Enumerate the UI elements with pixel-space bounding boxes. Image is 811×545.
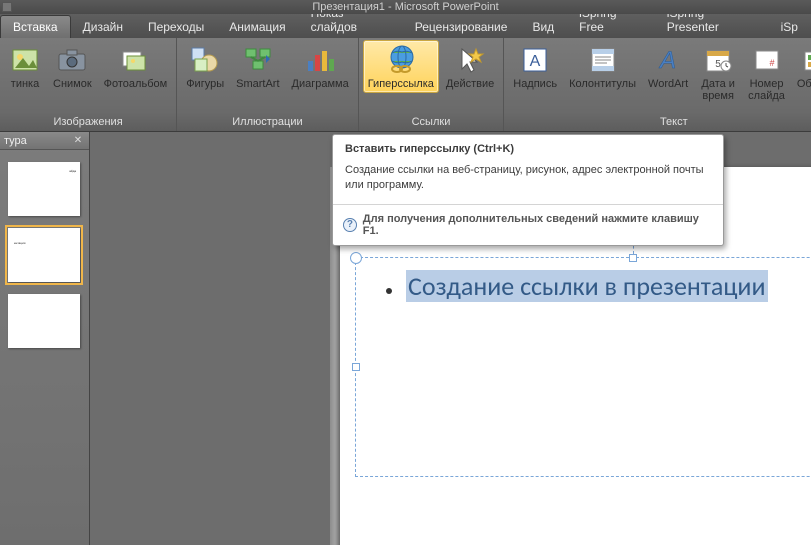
resize-handle[interactable] — [352, 363, 360, 371]
group-images-label: Изображения — [4, 114, 172, 131]
group-links-label: Ссылки — [363, 114, 500, 131]
headerfooter-label: Колонтитулы — [569, 78, 636, 90]
tooltip-body: Создание ссылки на веб-страницу, рисунок… — [333, 157, 723, 205]
bullet-line[interactable]: Создание ссылки в презентации — [356, 258, 811, 302]
svg-text:5: 5 — [715, 59, 721, 70]
tab-design[interactable]: Дизайн — [71, 16, 136, 38]
shapes-label: Фигуры — [186, 78, 224, 90]
photoalbum-label: Фотоальбом — [104, 78, 168, 90]
ribbon-tabs: Вставка Дизайн Переходы Анимация Показ с… — [0, 14, 811, 38]
group-illustrations-label: Иллюстрации — [181, 114, 354, 131]
textbox-label: Надпись — [513, 78, 557, 90]
slidenum-label: Номер слайда — [748, 78, 785, 102]
panel-tab-label[interactable]: тура — [4, 135, 27, 147]
quick-access-toolbar — [0, 0, 12, 14]
shapes-icon — [189, 44, 221, 76]
tab-ispring-partial[interactable]: iSp — [769, 16, 811, 38]
smartart-button[interactable]: SmartArt — [231, 40, 284, 93]
wordart-button[interactable]: A WordArt — [643, 40, 693, 93]
ribbon: тинка Снимок Фотоальбом Изображения — [0, 38, 811, 132]
tab-insert[interactable]: Вставка — [0, 15, 71, 38]
group-links: Гиперссылка Действие Ссылки — [359, 38, 505, 131]
chart-label: Диаграмма — [292, 78, 349, 90]
textbox-icon: A — [519, 44, 551, 76]
datetime-button[interactable]: 5 Дата и время — [695, 40, 741, 105]
headerfooter-button[interactable]: Колонтитулы — [564, 40, 641, 93]
thumbnail-list: айда ентации — [8, 162, 81, 348]
object-icon — [800, 44, 811, 76]
wordart-icon: A — [652, 44, 684, 76]
picture-label: тинка — [11, 78, 39, 90]
smartart-label: SmartArt — [236, 78, 279, 90]
photoalbum-button[interactable]: Фотоальбом — [99, 40, 173, 93]
object-label: Объект — [797, 78, 811, 90]
qat-dropdown-icon[interactable] — [2, 2, 12, 12]
slide-thumbnail[interactable]: ентации — [8, 228, 80, 282]
tab-review[interactable]: Рецензирование — [403, 16, 521, 38]
picture-icon — [9, 44, 41, 76]
close-icon[interactable]: ✕ — [71, 134, 85, 148]
calendar-icon: 5 — [702, 44, 734, 76]
tab-transitions[interactable]: Переходы — [136, 16, 217, 38]
svg-text:#: # — [769, 58, 774, 68]
slidenum-icon: # — [751, 44, 783, 76]
svg-text:A: A — [658, 47, 676, 74]
slidenum-button[interactable]: # Номер слайда — [743, 40, 790, 105]
hyperlink-label: Гиперссылка — [368, 78, 434, 90]
textbox-button[interactable]: A Надпись — [508, 40, 562, 93]
slide-thumbnail[interactable] — [8, 294, 80, 348]
group-text-label: Текст — [508, 114, 811, 131]
tab-animation[interactable]: Анимация — [217, 16, 298, 38]
outline-panel: тура ✕ айда ентации — [0, 132, 90, 545]
shapes-button[interactable]: Фигуры — [181, 40, 229, 93]
datetime-label: Дата и время — [701, 78, 735, 102]
hyperlink-tooltip: Вставить гиперссылку (Ctrl+K) Создание с… — [332, 134, 724, 246]
chart-button[interactable]: Диаграмма — [287, 40, 354, 93]
group-images: тинка Снимок Фотоальбом Изображения — [0, 38, 177, 131]
screenshot-label: Снимок — [53, 78, 92, 90]
resize-handle[interactable] — [629, 254, 637, 262]
group-illustrations: Фигуры SmartArt Диаграмма Иллюстрации — [177, 38, 359, 131]
help-icon: ? — [343, 218, 357, 232]
action-button[interactable]: Действие — [441, 40, 499, 93]
panel-header: тура ✕ — [0, 132, 89, 150]
svg-text:A: A — [530, 53, 541, 70]
group-text: A Надпись Колонтитулы A WordArt 5 — [504, 38, 811, 131]
picture-button[interactable]: тинка — [4, 40, 46, 93]
action-label: Действие — [446, 78, 494, 90]
camera-icon — [56, 44, 88, 76]
bullet-icon — [386, 288, 392, 294]
slide-thumbnail[interactable]: айда — [8, 162, 80, 216]
bullet-text[interactable]: Создание ссылки в презентации — [406, 270, 768, 302]
headerfooter-icon — [587, 44, 619, 76]
hyperlink-button[interactable]: Гиперссылка — [363, 40, 439, 93]
tab-view[interactable]: Вид — [520, 16, 567, 38]
app-title: Презентация1 - Microsoft PowerPoint — [312, 1, 498, 13]
chart-icon — [304, 44, 336, 76]
tooltip-title: Вставить гиперссылку (Ctrl+K) — [333, 135, 723, 157]
globe-link-icon — [385, 44, 417, 76]
tooltip-help: ? Для получения дополнительных сведений … — [333, 205, 723, 245]
smartart-icon — [242, 44, 274, 76]
photoalbum-icon — [119, 44, 151, 76]
title-bar: Презентация1 - Microsoft PowerPoint — [0, 0, 811, 14]
tooltip-help-text: Для получения дополнительных сведений на… — [363, 213, 711, 237]
wordart-label: WordArt — [648, 78, 688, 90]
object-button[interactable]: Объект — [792, 40, 811, 93]
content-placeholder[interactable]: Создание ссылки в презентации — [355, 257, 811, 477]
cursor-star-icon — [454, 44, 486, 76]
screenshot-button[interactable]: Снимок — [48, 40, 97, 93]
